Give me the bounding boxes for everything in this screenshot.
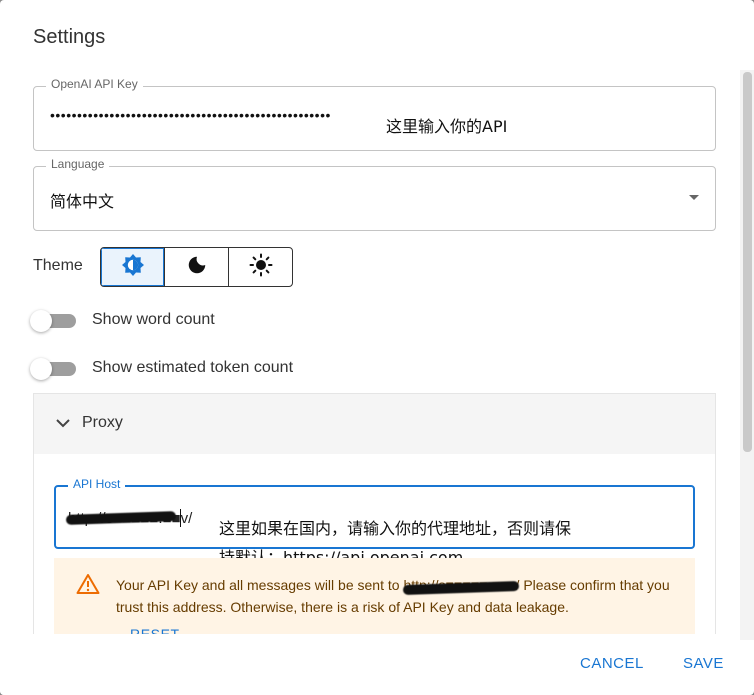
chevron-down-icon <box>55 415 71 436</box>
api-key-label: OpenAI API Key <box>46 77 143 91</box>
word-count-label: Show word count <box>92 311 215 328</box>
warning-icon <box>76 573 100 600</box>
language-select[interactable]: Language 简体中文 <box>33 157 716 231</box>
moon-icon <box>186 254 208 281</box>
warning-text-before: Your API Key and all messages will be se… <box>116 577 404 593</box>
api-host-label: API Host <box>68 477 126 491</box>
warning-alert: Your API Key and all messages will be se… <box>54 558 695 642</box>
theme-dark-button[interactable] <box>165 248 229 286</box>
proxy-accordion-header[interactable]: Proxy <box>34 394 715 454</box>
dialog-title: Settings <box>33 26 106 48</box>
api-host-annotation-line1: 这里如果在国内，请输入你的代理地址，否则请保 <box>219 519 572 538</box>
settings-dialog: Settings OpenAI API Key ••••••••••••••••… <box>0 0 754 695</box>
language-value: 简体中文 <box>50 192 115 211</box>
dropdown-arrow-icon <box>689 195 699 200</box>
theme-toggle-group <box>100 247 293 287</box>
text-cursor <box>180 509 181 527</box>
scrollbar-thumb[interactable] <box>743 72 752 452</box>
warning-url: http://s■■■■■.■■v/ <box>403 577 520 596</box>
auto-brightness-icon <box>121 253 145 282</box>
api-key-field[interactable]: OpenAI API Key •••••••••••••••••••••••••… <box>33 77 716 151</box>
api-key-annotation: 这里输入你的API <box>386 117 508 136</box>
theme-label: Theme <box>33 257 83 274</box>
switch-thumb[interactable] <box>30 358 52 380</box>
cancel-button[interactable]: CANCEL <box>580 655 644 672</box>
token-count-label: Show estimated token count <box>92 359 294 376</box>
api-key-input[interactable]: ••••••••••••••••••••••••••••••••••••••••… <box>50 107 331 123</box>
save-button[interactable]: SAVE <box>683 655 724 672</box>
warning-message: Your API Key and all messages will be se… <box>116 574 681 618</box>
theme-auto-button[interactable] <box>101 248 165 286</box>
theme-light-button[interactable] <box>229 248 292 286</box>
sun-icon <box>249 253 273 282</box>
proxy-label: Proxy <box>82 414 123 431</box>
language-label: Language <box>46 157 110 171</box>
switch-thumb[interactable] <box>30 310 52 332</box>
